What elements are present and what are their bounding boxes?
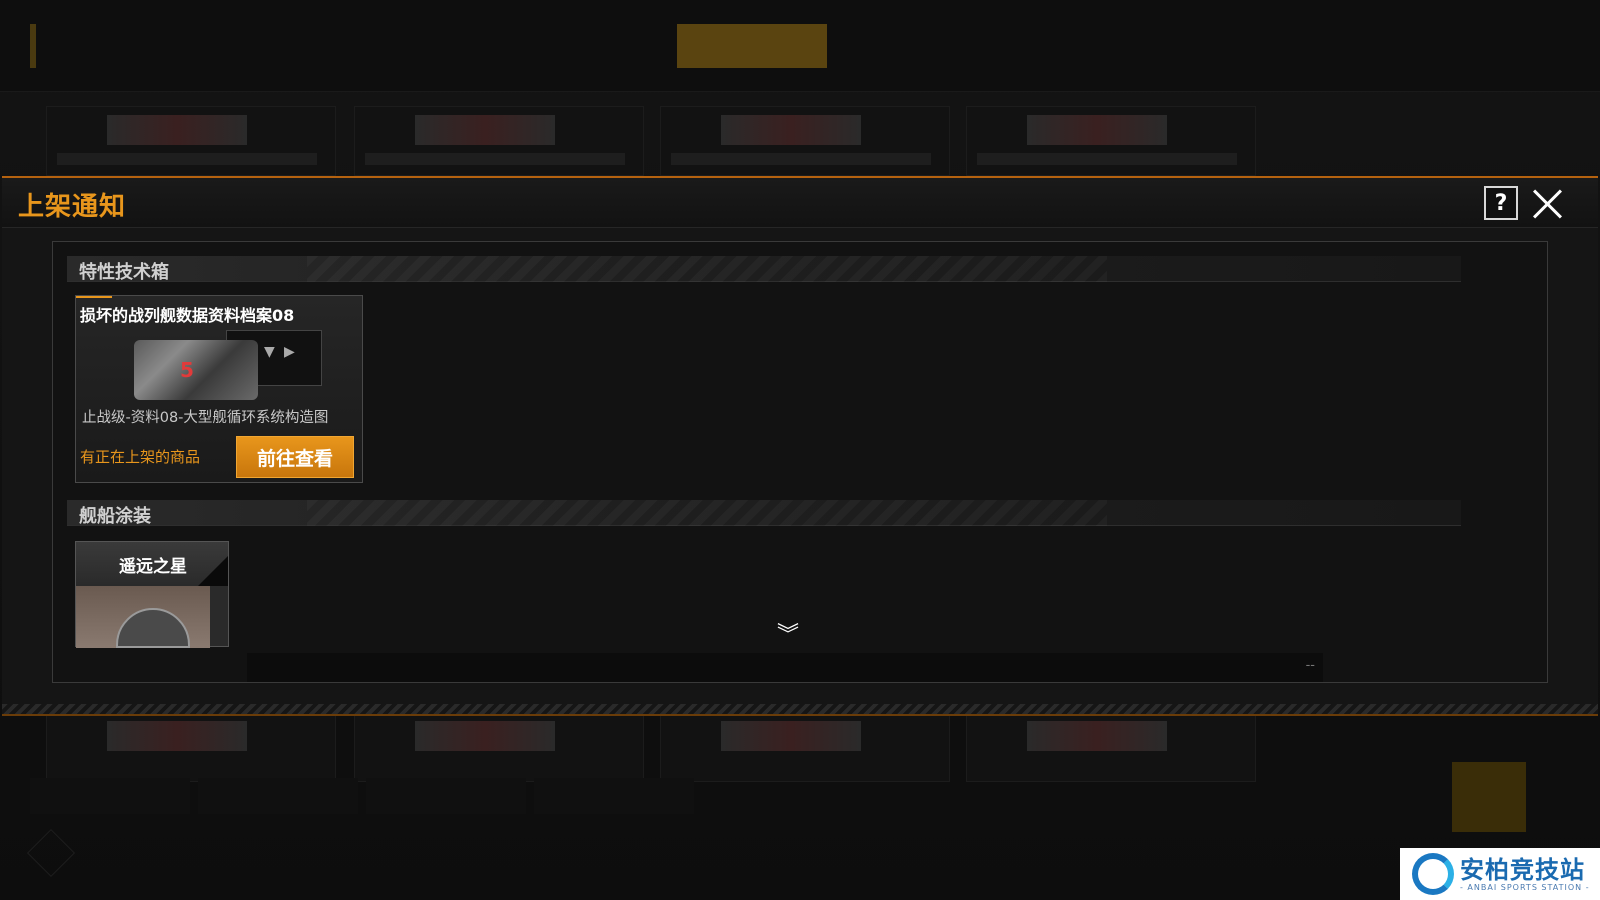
background-tab [830, 24, 980, 68]
background-confirm-button [1452, 762, 1526, 832]
background-top-bar [0, 0, 1600, 92]
item-name: 损坏的战列舰数据资料档案08 [80, 306, 295, 325]
background-close-icon [1518, 26, 1554, 62]
card-accent [76, 296, 112, 298]
dialog-header: 上架通知 ? [2, 178, 1598, 228]
background-help-icon [1386, 26, 1422, 62]
background-card [660, 106, 950, 176]
background-tab [362, 24, 512, 68]
background-card [966, 712, 1256, 782]
tech-box-item-card[interactable]: 损坏的战列舰数据资料档案08 ◀ ▼ ▶ 5 止战级-资料08-大型舰循环系统构… [75, 295, 363, 483]
background-tab [982, 24, 1132, 68]
background-tab [58, 24, 208, 68]
background-accent [30, 24, 36, 68]
background-diamond-icon [26, 828, 76, 878]
footer-bar: -- [247, 653, 1323, 682]
skin-name-bar: 遥远之星 [76, 542, 228, 586]
listing-notice-dialog: 上架通知 ? 特性技术箱 损坏的战列舰数据资料档案08 ◀ ▼ ▶ 5 止战级-… [2, 176, 1598, 716]
arrow-down-icon: ▼ [264, 344, 275, 360]
watermark-text: 安柏竞技站 - ANBAI SPORTS STATION - [1460, 857, 1590, 892]
watermark-logo-icon [1412, 853, 1454, 895]
background-tab-active [677, 24, 827, 68]
watermark: 安柏竞技站 - ANBAI SPORTS STATION - [1400, 848, 1600, 900]
background-bottom-tab [366, 778, 526, 814]
background-card [354, 106, 644, 176]
background-card [46, 712, 336, 782]
skin-image [76, 586, 210, 648]
background-bottom-tab [30, 778, 190, 814]
item-status: 有正在上架的商品 [80, 448, 201, 466]
item-level-badge: 5 [180, 358, 194, 382]
section-header-tech-box: 特性技术箱 [67, 256, 1461, 283]
background-card [354, 712, 644, 782]
background-bottom-tab [534, 778, 694, 814]
dialog-bottom-stripe [2, 704, 1598, 714]
footer-text: -- [1305, 658, 1315, 673]
background-card [966, 106, 1256, 176]
watermark-subtitle: - ANBAI SPORTS STATION - [1460, 882, 1590, 892]
section-header-ship-skin: 舰船涂装 [67, 500, 1461, 527]
section-title: 特性技术箱 [79, 262, 169, 283]
section-title: 舰船涂装 [79, 506, 151, 527]
arrow-right-icon: ▶ [284, 344, 295, 360]
background-tab [210, 24, 360, 68]
go-view-button[interactable]: 前往查看 [236, 436, 354, 478]
close-button[interactable] [1532, 188, 1564, 220]
watermark-name: 安柏竞技站 [1460, 855, 1585, 884]
item-description: 止战级-资料08-大型舰循环系统构造图 [82, 410, 329, 426]
dialog-title: 上架通知 [18, 192, 127, 222]
background-card [46, 106, 336, 176]
background-card [660, 712, 950, 782]
ship-skin-card[interactable]: 遥远之星 [75, 541, 229, 648]
item-image: 5 [134, 340, 258, 400]
content-panel[interactable]: 特性技术箱 损坏的战列舰数据资料档案08 ◀ ▼ ▶ 5 止战级-资料08-大型… [52, 241, 1548, 683]
ship-icon [116, 608, 190, 648]
background-menu-icon [1444, 26, 1480, 62]
background-tab [514, 24, 664, 68]
help-button[interactable]: ? [1484, 186, 1518, 220]
question-mark-icon: ? [1494, 190, 1508, 216]
background-bottom-bar [30, 778, 1550, 814]
skin-name: 遥远之星 [119, 557, 187, 577]
background-bottom-tab [198, 778, 358, 814]
chevron-double-down-icon[interactable]: ︾ [775, 625, 801, 648]
